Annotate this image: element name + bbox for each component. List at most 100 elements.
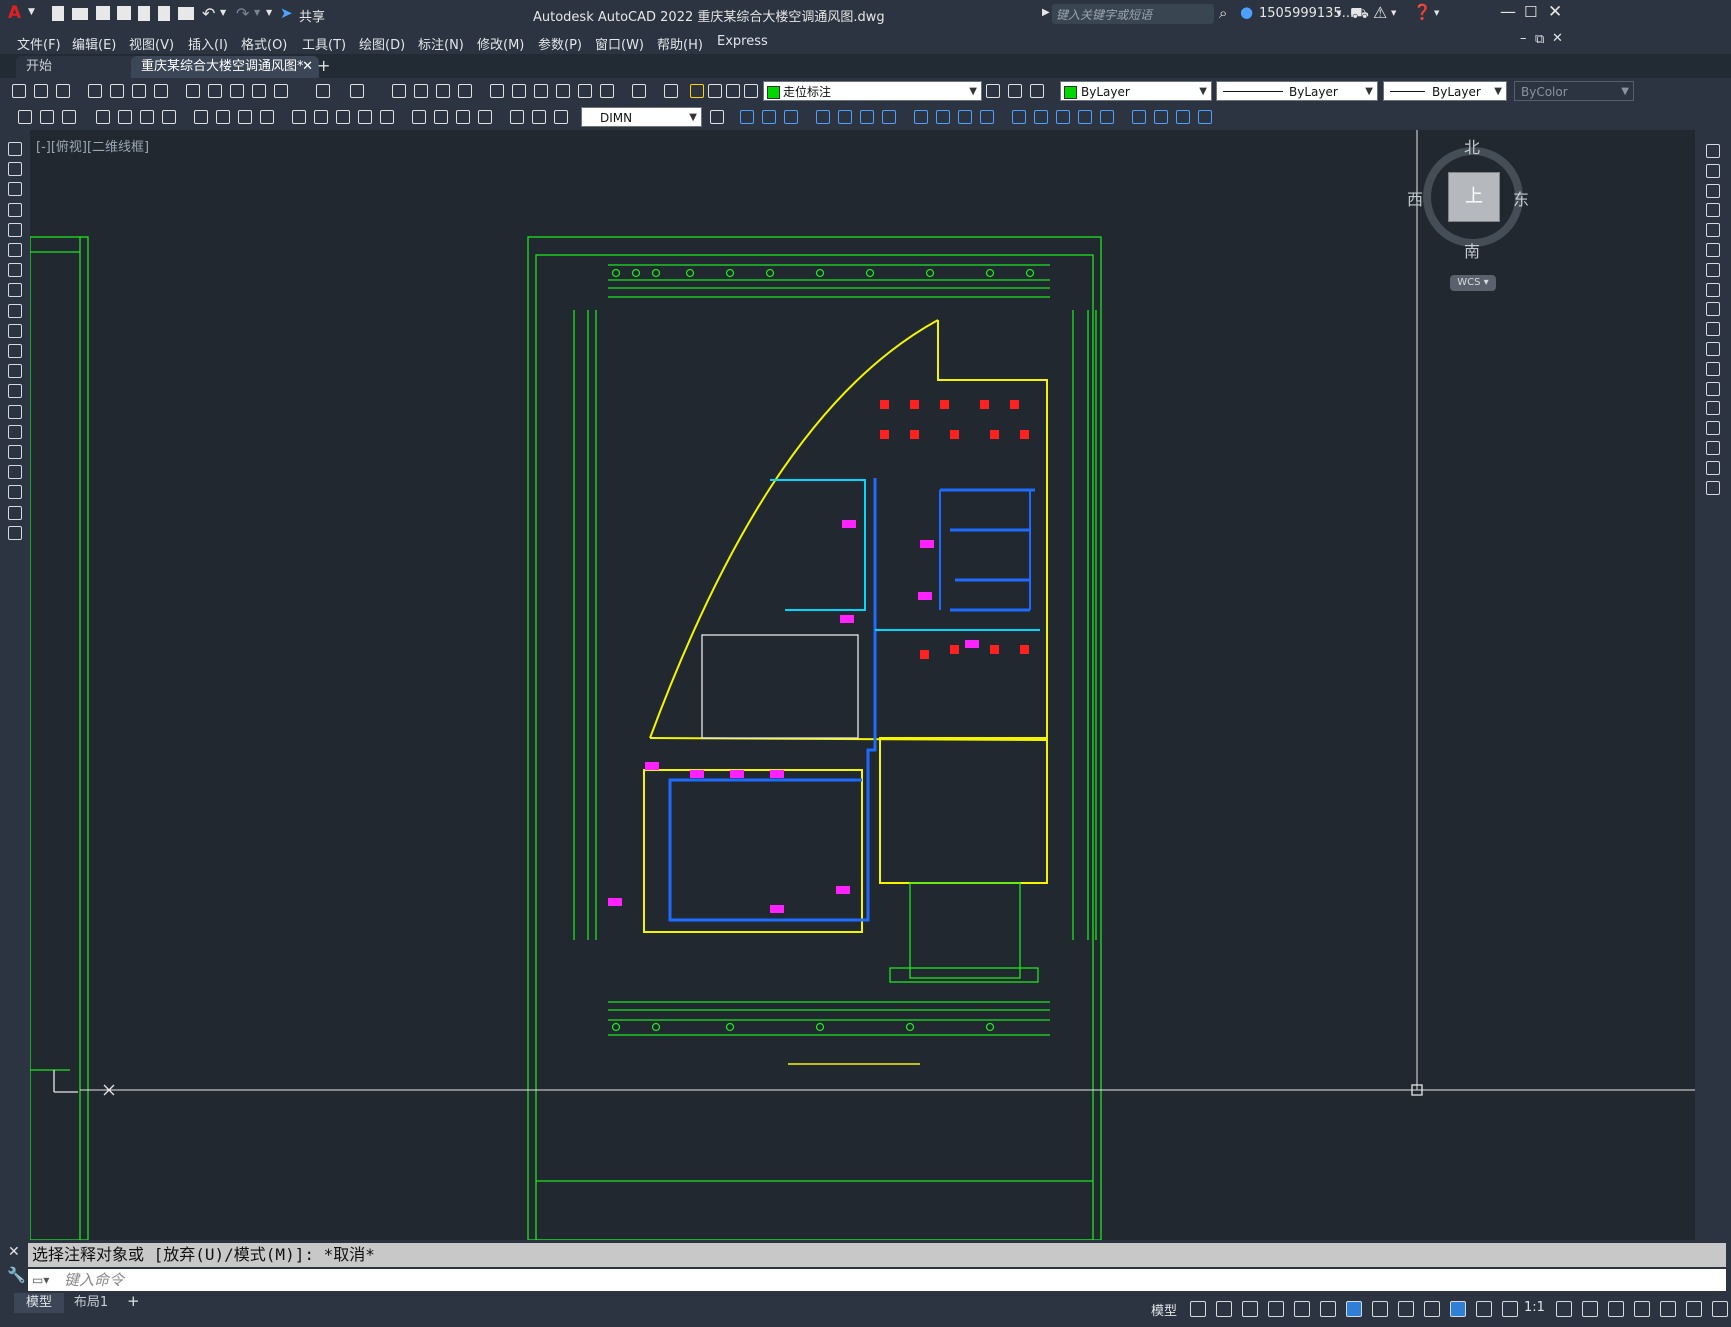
redo-icon[interactable]: ↷ (236, 4, 249, 23)
menu-draw[interactable]: 绘图(D) (359, 34, 405, 53)
polar-status-icon[interactable] (1268, 1301, 1284, 1317)
object-snap-status-icon[interactable] (1346, 1301, 1362, 1317)
ellipse-tool-icon[interactable] (8, 323, 22, 338)
fillet-tool-icon[interactable] (1706, 441, 1720, 455)
doc-minimize-icon[interactable]: – (1520, 31, 1527, 46)
workspace-status-icon[interactable] (1502, 1301, 1518, 1317)
cube-icon-5[interactable] (838, 110, 852, 124)
tab-model[interactable]: 模型 (14, 1293, 64, 1313)
lineweight-status-icon[interactable] (1372, 1301, 1388, 1317)
open-file-icon[interactable] (72, 8, 88, 20)
drawing-canvas[interactable]: [-][俯视][二维线框] 上 北 南 西 东 WCS ▾ (30, 130, 1695, 1240)
menu-dimension[interactable]: 标注(N) (418, 34, 464, 53)
zoom-realtime-icon[interactable] (414, 84, 428, 98)
radius-dim-icon[interactable] (194, 110, 208, 124)
help-dropdown-icon[interactable]: ▼ (1434, 9, 1439, 17)
search-input[interactable]: 键入关键字或短语 (1052, 4, 1214, 24)
linetype-dropdown[interactable]: ByLayer ▼ (1216, 81, 1378, 101)
units-status-icon[interactable] (1582, 1301, 1598, 1317)
compass-north[interactable]: 北 (1464, 134, 1480, 158)
isodraft-status-icon[interactable] (1294, 1301, 1310, 1317)
cube-icon-4[interactable] (816, 110, 830, 124)
autodesk-app-icon[interactable]: ⚠ (1373, 3, 1387, 22)
dim-edit-icon[interactable] (510, 110, 524, 124)
point-tool-icon[interactable] (8, 404, 22, 419)
center-mark-icon[interactable] (434, 110, 448, 124)
array-tool-icon[interactable] (1706, 223, 1720, 238)
annotation-monitor-status-icon[interactable] (1556, 1301, 1572, 1317)
menu-edit[interactable]: 编辑(E) (72, 34, 116, 53)
view-icon-5[interactable] (1100, 110, 1114, 124)
menu-window[interactable]: 窗口(W) (595, 34, 644, 53)
cart-icon[interactable]: ⛟ (1350, 4, 1369, 24)
continue-dim-icon[interactable] (336, 110, 350, 124)
command-input[interactable]: ▭▾ 键入命令 (28, 1269, 1726, 1291)
auto-scale-status-icon[interactable] (1476, 1301, 1492, 1317)
new-icon[interactable] (12, 84, 26, 98)
app-dropdown-icon[interactable]: ▼ (1391, 9, 1396, 17)
ortho-status-icon[interactable] (1242, 1301, 1258, 1317)
rectangle-tool-icon[interactable] (8, 222, 22, 237)
layer-states-icon[interactable] (1030, 84, 1044, 98)
cube-icon-3[interactable] (784, 110, 798, 124)
dim-update-icon[interactable] (554, 110, 568, 124)
break-tool-icon[interactable] (1706, 381, 1720, 396)
close-icon[interactable]: ✕ (1548, 2, 1562, 22)
arc-tool-icon[interactable] (8, 243, 22, 257)
pan-icon[interactable] (392, 84, 406, 98)
new-file-icon[interactable] (52, 6, 64, 21)
annotation-visibility-status-icon[interactable] (1450, 1301, 1466, 1317)
view-icon-2[interactable] (1034, 110, 1048, 124)
tab-start[interactable]: 开始 (16, 56, 146, 78)
app-menu-chevron-icon[interactable]: ▼ (28, 7, 35, 17)
multileader-icon[interactable] (18, 110, 32, 124)
add-layout-icon[interactable]: + (127, 1292, 140, 1310)
sheet-set-icon[interactable] (556, 84, 570, 98)
join-tool-icon[interactable] (1706, 401, 1720, 416)
view-icon-1[interactable] (1012, 110, 1026, 124)
cube-icon-9[interactable] (936, 110, 950, 124)
menu-express[interactable]: Express (717, 34, 768, 49)
plot-preview-icon[interactable] (110, 84, 124, 98)
command-recent-icon[interactable]: ▭▾ (32, 1269, 49, 1291)
quick-properties-status-icon[interactable] (1608, 1301, 1624, 1317)
mirror-tool-icon[interactable] (1706, 183, 1720, 198)
help-icon[interactable]: ❓ (1413, 3, 1432, 21)
view-icon-4[interactable] (1078, 110, 1092, 124)
view-icon-7[interactable] (1154, 110, 1168, 124)
cube-icon-2[interactable] (762, 110, 776, 124)
aligned-dim-icon[interactable] (118, 110, 132, 124)
cube-icon-6[interactable] (860, 110, 874, 124)
gradient-tool-icon[interactable] (8, 445, 22, 459)
layer-freeze-icon[interactable] (708, 84, 722, 98)
share-icon[interactable]: ➤ (280, 4, 293, 22)
user-dropdown-icon[interactable]: ▼ (1336, 9, 1341, 17)
offset-tool-icon[interactable] (1706, 203, 1720, 218)
model-space-button[interactable]: 模型 (1151, 1300, 1177, 1319)
table-tool-icon[interactable] (8, 485, 22, 500)
make-block-tool-icon[interactable] (8, 384, 22, 399)
diameter-dim-icon[interactable] (238, 110, 252, 124)
circle-tool-icon[interactable] (8, 263, 22, 278)
menu-parametric[interactable]: 参数(P) (538, 34, 582, 53)
3d-print-icon[interactable] (154, 84, 168, 98)
save-icon[interactable] (96, 6, 110, 20)
layer-properties-icon[interactable] (664, 84, 678, 98)
compass-east[interactable]: 东 (1513, 186, 1529, 210)
polygon-tool-icon[interactable] (8, 202, 22, 217)
view-icon-8[interactable] (1176, 110, 1190, 124)
redo-icon[interactable] (350, 84, 364, 98)
tab-close-icon[interactable]: ✕ (302, 56, 313, 78)
command-customize-icon[interactable]: 🔧 (7, 1266, 26, 1284)
break-at-point-tool-icon[interactable] (1706, 361, 1720, 376)
share-button[interactable]: 共享 (299, 6, 325, 25)
cube-icon-7[interactable] (882, 110, 896, 124)
annotation-scale[interactable]: 1:1 (1524, 1300, 1545, 1315)
layer-lock-icon[interactable] (744, 84, 758, 98)
blend-tool-icon[interactable] (1706, 460, 1720, 475)
linear-dim-icon[interactable] (96, 110, 110, 124)
extend-tool-icon[interactable] (1706, 342, 1720, 356)
view-icon-3[interactable] (1056, 110, 1070, 124)
markup-icon[interactable] (578, 84, 592, 98)
customize-status-icon[interactable] (1712, 1301, 1728, 1317)
